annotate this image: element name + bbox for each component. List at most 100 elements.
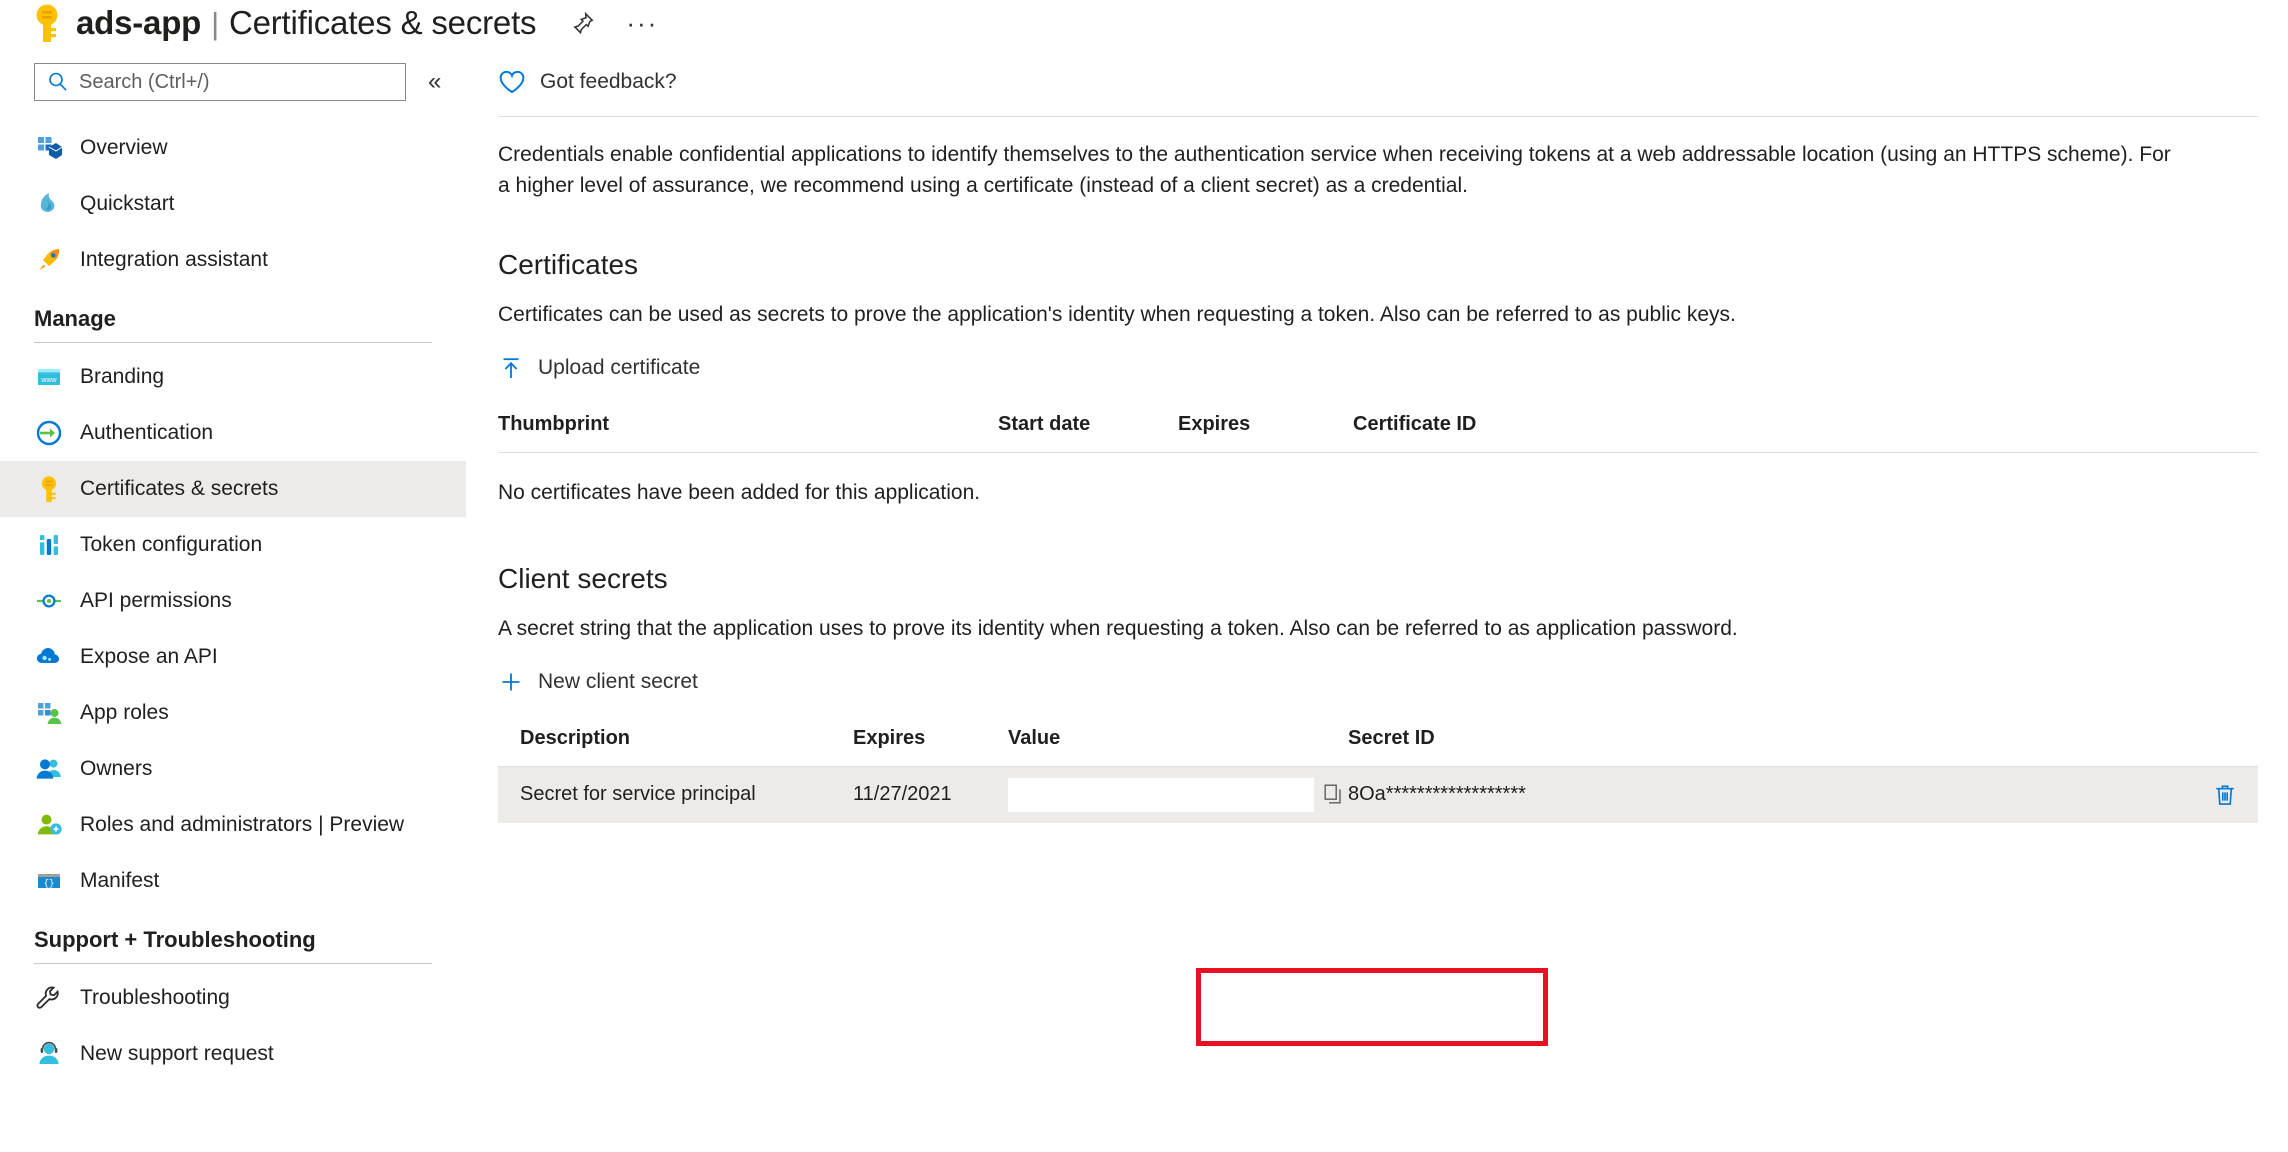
wrench-icon bbox=[34, 983, 64, 1013]
sidebar-group-support-troubleshooting: Support + Troubleshooting bbox=[0, 927, 466, 964]
search-icon bbox=[47, 71, 69, 93]
svg-text:{}: {} bbox=[44, 879, 55, 889]
page-title-app: ads-app bbox=[76, 4, 202, 41]
sidebar-item-label: Troubleshooting bbox=[80, 986, 230, 1009]
column-header-expires[interactable]: Expires bbox=[1178, 407, 1353, 453]
sidebar-item-label: Expose an API bbox=[80, 645, 218, 668]
heart-icon bbox=[498, 69, 526, 95]
got-feedback-label: Got feedback? bbox=[540, 70, 677, 93]
sidebar-item-label: Owners bbox=[80, 757, 153, 780]
column-header-certificate-id[interactable]: Certificate ID bbox=[1353, 407, 2258, 453]
sidebar-item-app-roles[interactable]: App roles bbox=[0, 685, 466, 741]
sidebar-group-title: Manage bbox=[34, 306, 116, 331]
secret-value-cell bbox=[1008, 766, 1348, 823]
sidebar-item-owners[interactable]: Owners bbox=[0, 741, 466, 797]
sidebar-item-quickstart[interactable]: Quickstart bbox=[0, 176, 466, 232]
expose-api-icon bbox=[34, 642, 64, 672]
sidebar-group-divider bbox=[34, 342, 432, 343]
collapse-sidebar-icon[interactable]: « bbox=[428, 70, 441, 94]
column-header-expires[interactable]: Expires bbox=[853, 721, 1008, 767]
sidebar-item-manifest[interactable]: {} Manifest bbox=[0, 853, 466, 909]
sidebar-item-new-support-request[interactable]: New support request bbox=[0, 1026, 466, 1082]
sidebar-item-authentication[interactable]: Authentication bbox=[0, 405, 466, 461]
sidebar-item-certificates-and-secrets[interactable]: Certificates & secrets bbox=[0, 461, 466, 517]
page-header: ads-app | Certificates & secrets ··· bbox=[0, 0, 2288, 46]
quickstart-icon bbox=[34, 189, 64, 219]
key-icon bbox=[34, 474, 64, 504]
sidebar-item-expose-an-api[interactable]: Expose an API bbox=[0, 629, 466, 685]
sidebar-item-label: Branding bbox=[80, 365, 165, 388]
client-secrets-table-header-row: Description Expires Value Secret ID bbox=[498, 721, 2258, 767]
page-title-separator: | bbox=[211, 6, 219, 41]
app-roles-icon bbox=[34, 698, 64, 728]
sidebar-item-label: App roles bbox=[80, 701, 169, 724]
sidebar-item-label: Roles and administrators | Preview bbox=[80, 813, 405, 836]
search-input[interactable] bbox=[77, 67, 377, 97]
secret-id-value: 8Oa****************** bbox=[1348, 783, 1526, 806]
rocket-icon bbox=[34, 245, 64, 275]
manifest-icon: {} bbox=[34, 866, 64, 896]
sidebar: « Overview bbox=[0, 60, 470, 1082]
new-client-secret-button[interactable]: New client secret bbox=[498, 669, 698, 695]
page-title-section: Certificates & secrets bbox=[228, 4, 537, 41]
sidebar-item-label: New support request bbox=[80, 1042, 274, 1065]
sidebar-group-title: Support + Troubleshooting bbox=[34, 927, 316, 952]
token-icon bbox=[34, 530, 64, 560]
sidebar-nav: Overview Quickstart Integration assistan… bbox=[0, 120, 470, 1082]
roles-admin-icon bbox=[34, 810, 64, 840]
column-header-start-date[interactable]: Start date bbox=[998, 407, 1178, 453]
more-ellipsis-icon[interactable]: ··· bbox=[626, 10, 658, 36]
sidebar-item-label: Quickstart bbox=[80, 192, 175, 215]
secret-expires: 11/27/2021 bbox=[853, 766, 1008, 823]
table-row[interactable]: Secret for service principal 11/27/2021 bbox=[498, 766, 2258, 823]
sidebar-item-troubleshooting[interactable]: Troubleshooting bbox=[0, 970, 466, 1026]
copy-icon[interactable] bbox=[1322, 782, 1348, 808]
column-header-value[interactable]: Value bbox=[1008, 721, 1348, 767]
sidebar-item-api-permissions[interactable]: API permissions bbox=[0, 573, 466, 629]
sidebar-item-roles-and-administrators[interactable]: Roles and administrators | Preview bbox=[0, 797, 466, 853]
sidebar-group-divider bbox=[34, 963, 432, 964]
api-permissions-icon bbox=[34, 586, 64, 616]
credentials-intro-text: Credentials enable confidential applicat… bbox=[498, 143, 2171, 197]
got-feedback-button[interactable]: Got feedback? bbox=[498, 60, 2258, 104]
secret-description: Secret for service principal bbox=[498, 766, 853, 823]
sidebar-item-integration-assistant[interactable]: Integration assistant bbox=[0, 232, 466, 288]
certificates-table: Thumbprint Start date Expires Certificat… bbox=[498, 407, 2258, 453]
authentication-icon bbox=[34, 418, 64, 448]
search-box[interactable] bbox=[34, 63, 406, 101]
branding-icon: www bbox=[34, 362, 64, 392]
owners-icon bbox=[34, 754, 64, 784]
certificates-section-title: Certificates bbox=[498, 249, 639, 280]
red-highlight-annotation bbox=[1196, 968, 1548, 1046]
svg-text:www: www bbox=[40, 377, 57, 384]
column-header-description[interactable]: Description bbox=[498, 721, 853, 767]
sidebar-search-row: « bbox=[0, 60, 470, 104]
sidebar-item-branding[interactable]: www Branding bbox=[0, 349, 466, 405]
certificates-table-header-row: Thumbprint Start date Expires Certificat… bbox=[498, 407, 2258, 453]
sidebar-item-label: Integration assistant bbox=[80, 248, 268, 271]
sidebar-item-overview[interactable]: Overview bbox=[0, 120, 466, 176]
trash-icon[interactable] bbox=[2212, 782, 2258, 808]
sidebar-item-label: Authentication bbox=[80, 421, 214, 444]
sidebar-group-manage: Manage bbox=[0, 306, 466, 343]
upload-certificate-label: Upload certificate bbox=[538, 356, 701, 379]
upload-certificate-button[interactable]: Upload certificate bbox=[498, 355, 700, 381]
key-icon bbox=[30, 3, 64, 43]
certificates-section-description: Certificates can be used as secrets to p… bbox=[498, 303, 1736, 326]
sidebar-item-label: Token configuration bbox=[80, 533, 263, 556]
sidebar-item-label: Manifest bbox=[80, 869, 160, 892]
azure-portal-page: ads-app | Certificates & secrets ··· « bbox=[0, 0, 2288, 1152]
secret-value-input[interactable] bbox=[1008, 777, 1314, 812]
sidebar-item-label: Certificates & secrets bbox=[80, 477, 279, 500]
column-header-thumbprint[interactable]: Thumbprint bbox=[498, 407, 998, 453]
overview-icon bbox=[34, 133, 64, 163]
support-agent-icon bbox=[34, 1039, 64, 1069]
main-content: Got feedback? Credentials enable confide… bbox=[498, 60, 2258, 823]
sidebar-item-label: Overview bbox=[80, 136, 168, 159]
page-title: ads-app | Certificates & secrets bbox=[76, 4, 537, 42]
new-client-secret-label: New client secret bbox=[538, 670, 698, 693]
sidebar-item-token-configuration[interactable]: Token configuration bbox=[0, 517, 466, 573]
pin-icon[interactable] bbox=[570, 10, 596, 36]
column-header-secret-id[interactable]: Secret ID bbox=[1348, 721, 2258, 767]
plus-icon bbox=[498, 669, 524, 695]
